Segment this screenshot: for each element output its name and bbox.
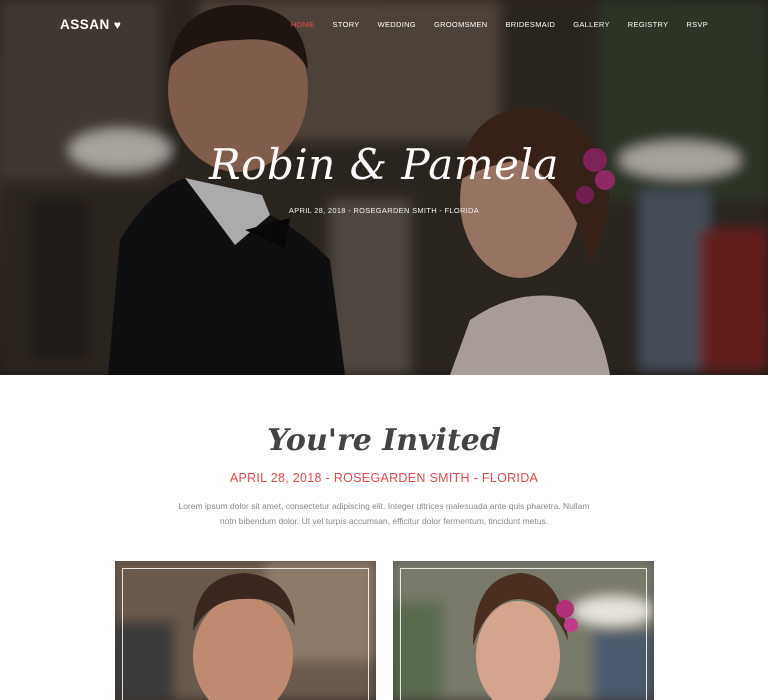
nav-item-rsvp[interactable]: RSVP: [686, 20, 708, 29]
nav-item-home[interactable]: HOME: [291, 20, 315, 29]
nav-item-story[interactable]: STORY: [333, 20, 360, 29]
invite-title: You're Invited: [267, 423, 501, 458]
groom-photo-frame: [122, 568, 369, 700]
nav-item-wedding[interactable]: WEDDING: [378, 20, 416, 29]
nav-item-groomsmen[interactable]: GROOMSMEN: [434, 20, 488, 29]
heart-icon: ♥: [113, 17, 122, 32]
invite-description: Lorem ipsum dolor sit amet, consectetur …: [178, 501, 590, 526]
invite-date: APRIL 28, 2018 - ROSEGARDEN SMITH - FLOR…: [229, 471, 539, 485]
couple-photos: [0, 561, 768, 700]
hero-title: Robin & Pamela: [209, 140, 559, 189]
nav-item-registry[interactable]: REGISTRY: [628, 20, 669, 29]
groom-photo[interactable]: [115, 561, 376, 700]
top-navigation: ASSAN ♥ HOME STORY WEDDING GROOMSMEN BRI…: [0, 0, 768, 52]
nav-item-gallery[interactable]: GALLERY: [573, 20, 610, 29]
bride-photo[interactable]: [393, 561, 654, 700]
bride-photo-frame: [400, 568, 647, 700]
invite-section: You're Invited APRIL 28, 2018 - ROSEGARD…: [0, 375, 768, 561]
hero-section: ASSAN ♥ HOME STORY WEDDING GROOMSMEN BRI…: [0, 0, 768, 375]
hero-subtitle: APRIL 28, 2018 - ROSEGARDEN SMITH - FLOR…: [288, 206, 480, 215]
logo-text: ASSAN: [60, 17, 110, 32]
logo[interactable]: ASSAN ♥: [60, 17, 121, 32]
main-menu: HOME STORY WEDDING GROOMSMEN BRIDESMAID …: [273, 20, 708, 29]
nav-item-bridesmaid[interactable]: BRIDESMAID: [506, 20, 556, 29]
